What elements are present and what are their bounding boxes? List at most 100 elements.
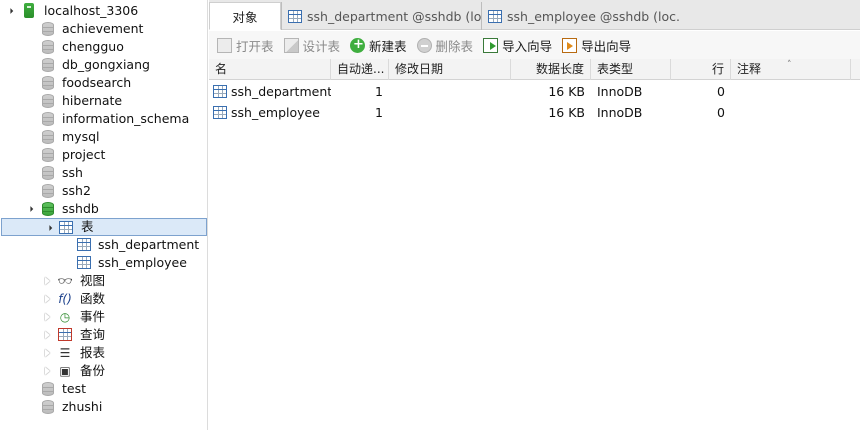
database-icon [42, 400, 54, 414]
clock-icon: ◷ [59, 310, 71, 324]
tree-tables-node[interactable]: 表 [1, 218, 207, 236]
collapse-arrow-icon[interactable] [43, 367, 51, 375]
tree-db-item[interactable]: ssh2 [0, 182, 207, 200]
table-icon [488, 9, 502, 23]
table-icon [213, 106, 227, 119]
column-header-name[interactable]: 名 [209, 59, 331, 80]
backup-node-label: 备份 [80, 363, 106, 378]
database-icon [42, 382, 54, 396]
queries-node-label: 查询 [80, 327, 106, 342]
tree-db-item[interactable]: test [0, 380, 207, 398]
tables-node-label: 表 [81, 219, 94, 234]
tree-db-item[interactable]: ssh [0, 164, 207, 182]
tree-db-item[interactable]: achievement [0, 20, 207, 38]
collapse-arrow-icon[interactable] [43, 331, 51, 339]
table-label: ssh_department [98, 237, 200, 252]
tree-connection[interactable]: localhost_3306 [0, 2, 207, 20]
collapse-arrow-icon[interactable] [43, 295, 51, 303]
table-icon [213, 85, 227, 98]
tree-events-node[interactable]: ◷ 事件 [0, 308, 207, 326]
tree-backup-node[interactable]: ▣ 备份 [0, 362, 207, 380]
delete-table-button[interactable]: 删除表 [415, 34, 476, 56]
tab-objects[interactable]: 对象 [209, 2, 281, 30]
expand-arrow-icon[interactable] [5, 7, 13, 15]
tree-reports-node[interactable]: ☰ 报表 [0, 344, 207, 362]
database-open-icon [42, 202, 54, 216]
tree-db-item[interactable]: project [0, 146, 207, 164]
design-table-button[interactable]: 设计表 [282, 34, 343, 56]
new-table-button[interactable]: 新建表 [348, 34, 409, 56]
object-panel: 对象 ssh_department @sshdb (lo... ssh_empl… [209, 0, 860, 430]
sort-indicator-icon: ˄ [787, 60, 792, 70]
tree-views-node[interactable]: 👓︎ 视图 [0, 272, 207, 290]
tree-db-item[interactable]: information_schema [0, 110, 207, 128]
database-icon [42, 40, 54, 54]
connection-label: localhost_3306 [44, 3, 139, 18]
views-node-label: 视图 [80, 273, 106, 288]
database-icon [42, 148, 54, 162]
collapse-arrow-icon[interactable] [43, 277, 51, 285]
column-header-data-length[interactable]: 数据长度 [511, 59, 591, 80]
expand-arrow-icon[interactable] [25, 205, 33, 213]
tree-functions-node[interactable]: f() 函数 [0, 290, 207, 308]
tab-ssh-department[interactable]: ssh_department @sshdb (lo... [281, 2, 481, 30]
open-table-button[interactable]: 打开表 [215, 34, 276, 56]
remove-icon [416, 37, 432, 53]
events-node-label: 事件 [80, 309, 106, 324]
table-icon [288, 9, 302, 23]
tab-label: 对象 [232, 9, 258, 25]
column-header-engine[interactable]: 表类型 [591, 59, 671, 80]
collapse-arrow-icon[interactable] [43, 313, 51, 321]
tree-queries-node[interactable]: 查询 [0, 326, 207, 344]
table-icon [77, 256, 91, 269]
design-table-icon [283, 37, 299, 53]
table-row[interactable]: ssh_employee 1 16 KB InnoDB 0 [209, 102, 860, 123]
tree-db-item[interactable]: mysql [0, 128, 207, 146]
db-label: information_schema [62, 111, 190, 126]
db-label: mysql [62, 129, 100, 144]
tree-db-item[interactable]: db_gongxiang [0, 56, 207, 74]
function-icon: f() [58, 292, 72, 306]
tree-table-item[interactable]: ssh_employee [0, 254, 207, 272]
collapse-arrow-icon[interactable] [43, 349, 51, 357]
export-wizard-button[interactable]: 导出向导 [560, 34, 633, 56]
row-modified [389, 102, 511, 123]
row-comment [731, 81, 851, 102]
tree-table-item[interactable]: ssh_department [0, 236, 207, 254]
column-header-rows[interactable]: 行 [671, 59, 731, 80]
import-wizard-button[interactable]: 导入向导 [481, 34, 554, 56]
column-header-modified[interactable]: 修改日期 [389, 59, 511, 80]
tab-label: ssh_employee @sshdb (loc... [507, 8, 679, 24]
row-rows: 0 [717, 84, 725, 99]
glasses-icon: 👓︎ [57, 274, 73, 288]
design-table-label: 设计表 [302, 38, 341, 54]
database-icon [42, 22, 54, 36]
report-icon: ☰ [59, 346, 71, 360]
row-engine: InnoDB [597, 84, 643, 99]
row-name-cell: ssh_employee [209, 102, 331, 123]
import-wizard-label: 导入向导 [502, 38, 553, 54]
column-header-auto-increment[interactable]: 自动递... [331, 59, 389, 80]
tree-db-item[interactable]: zhushi [0, 398, 207, 416]
db-label: achievement [62, 21, 144, 36]
db-label: zhushi [62, 399, 103, 414]
row-rows: 0 [717, 105, 725, 120]
tree-db-item[interactable]: chengguo [0, 38, 207, 56]
functions-node-label: 函数 [80, 291, 106, 306]
database-icon [42, 112, 54, 126]
database-icon [42, 166, 54, 180]
object-list: 名 自动递... 修改日期 数据长度 表类型 行 注释 ˄ ssh_depart… [209, 59, 860, 430]
tree-db-open[interactable]: sshdb [0, 200, 207, 218]
row-data-length: 16 KB [548, 105, 585, 120]
delete-table-label: 删除表 [435, 38, 474, 54]
row-auto-increment: 1 [375, 105, 383, 120]
add-icon [350, 37, 366, 53]
database-icon [42, 130, 54, 144]
row-name-cell: ssh_department [209, 81, 331, 102]
tab-ssh-employee[interactable]: ssh_employee @sshdb (loc... [481, 2, 679, 30]
tree-db-item[interactable]: foodsearch [0, 74, 207, 92]
tree-db-item[interactable]: hibernate [0, 92, 207, 110]
table-row[interactable]: ssh_department 1 16 KB InnoDB 0 [209, 81, 860, 102]
expand-arrow-icon[interactable] [44, 224, 52, 232]
database-icon [42, 58, 54, 72]
